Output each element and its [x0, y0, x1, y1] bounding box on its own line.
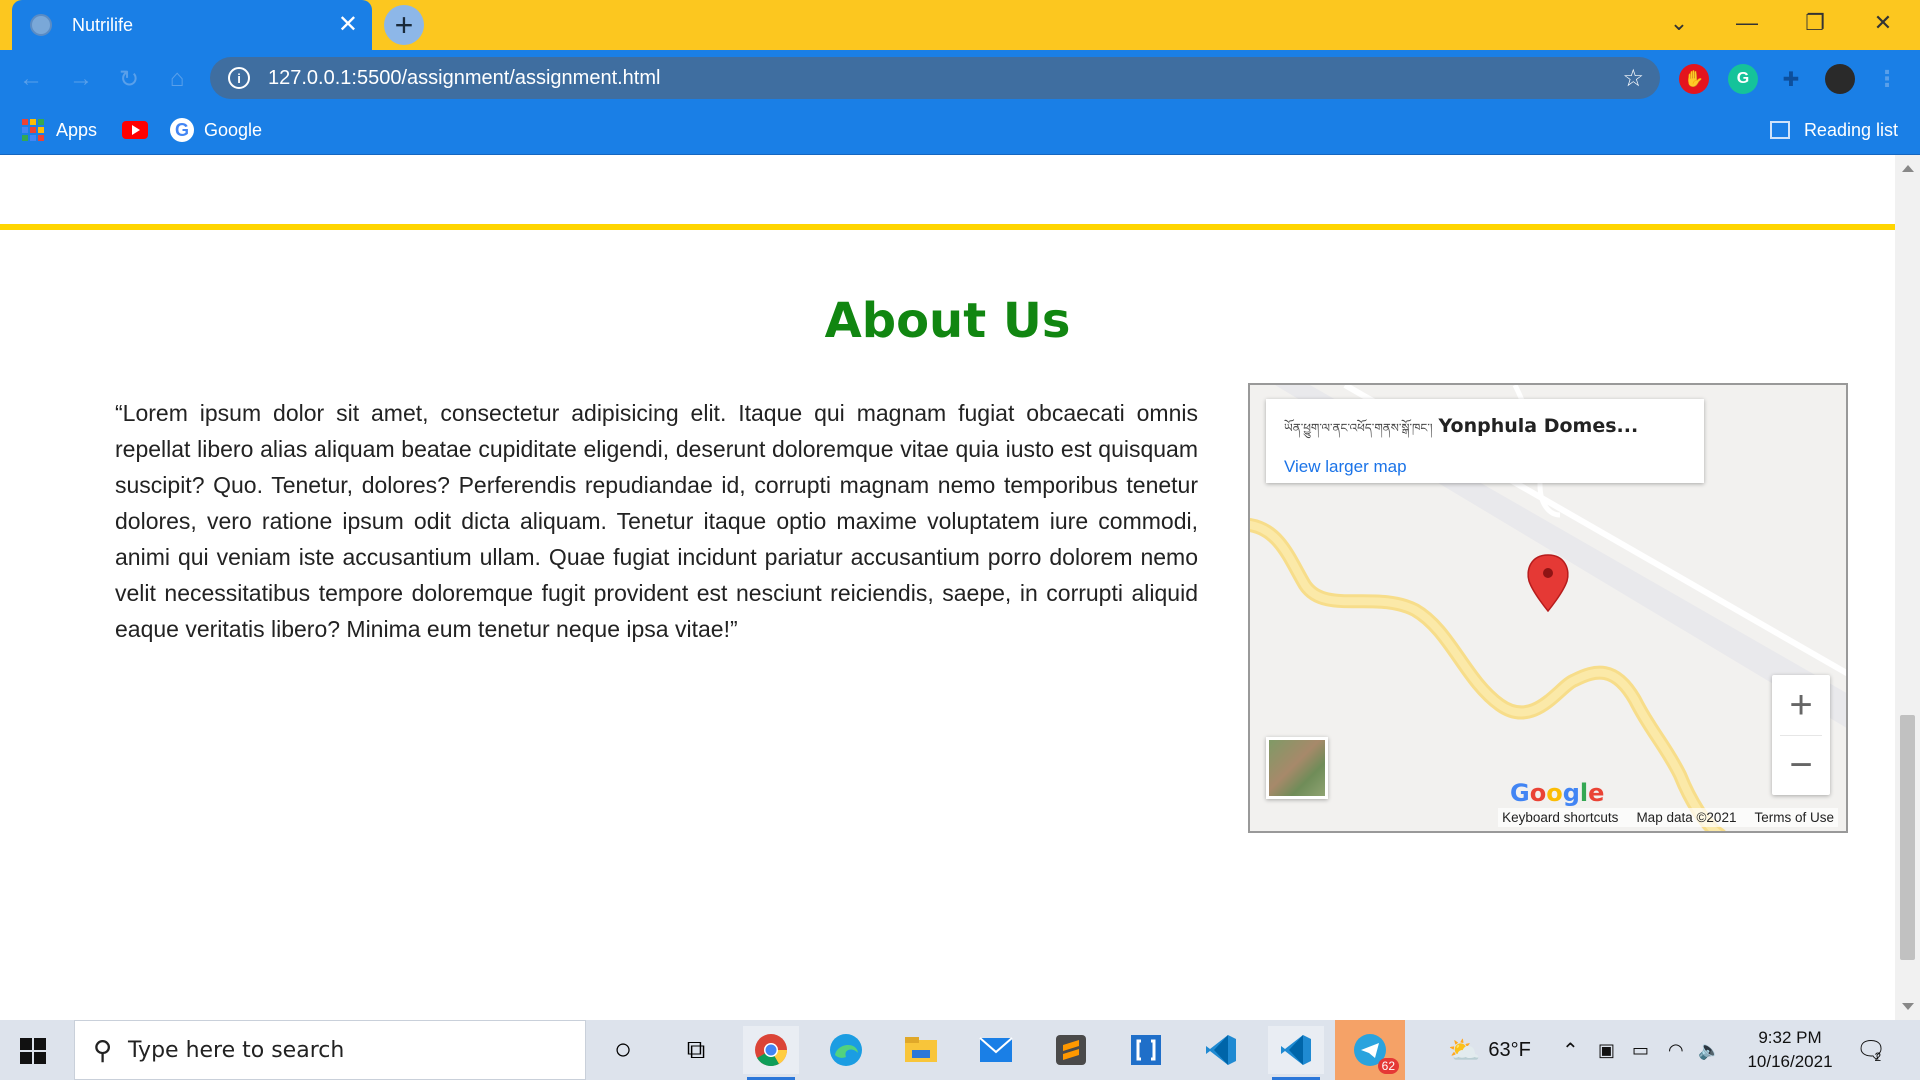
map-place-local-name: ཡོན་ཕྱུག་ལ་ནང་འཕོད་གནས་སྒོ་ཁང་།	[1284, 421, 1433, 435]
url-text[interactable]: 127.0.0.1:5500/assignment/assignment.htm…	[268, 67, 1622, 90]
site-info-icon[interactable]: i	[228, 67, 250, 89]
notifications-badge: 2	[1874, 1050, 1882, 1064]
tab-title: Nutrilife	[72, 14, 134, 35]
reading-list-label: Reading list	[1803, 119, 1898, 140]
volume-icon[interactable]: 🔈	[1698, 1020, 1720, 1080]
address-bar[interactable]: i 127.0.0.1:5500/assignment/assignment.h…	[210, 57, 1660, 99]
battery-icon[interactable]: ▭	[1632, 1020, 1649, 1080]
terms-of-use-link[interactable]: Terms of Use	[1754, 810, 1834, 825]
file-explorer-icon[interactable]	[893, 1026, 949, 1074]
search-icon: ⚲	[93, 1034, 113, 1065]
weather-widget[interactable]: ⛅ 63°F	[1448, 1020, 1531, 1080]
browser-toolbar: ← → ↻ ⌂ i 127.0.0.1:5500/assignment/assi…	[0, 50, 1920, 106]
meet-now-icon[interactable]: ▣	[1598, 1020, 1615, 1080]
about-heading: About Us	[824, 293, 1071, 349]
minimize-button[interactable]: —	[1713, 0, 1781, 46]
map-place-title: ཡོན་ཕྱུག་ལ་ནང་འཕོད་གནས་སྒོ་ཁང་། Yonphula …	[1284, 415, 1686, 449]
taskbar-search-box[interactable]: ⚲ Type here to search	[74, 1020, 586, 1080]
bookmarks-bar: Apps G Google Reading list	[0, 106, 1920, 155]
apps-grid-icon	[22, 119, 44, 141]
wifi-icon[interactable]: ◠	[1668, 1020, 1684, 1080]
task-view-icon[interactable]: ⧉	[668, 1026, 724, 1074]
adblock-extension-icon[interactable]: ✋	[1679, 64, 1709, 94]
tab-search-button[interactable]: ⌄	[1645, 0, 1713, 46]
bookmark-apps[interactable]: Apps	[22, 116, 97, 144]
close-window-button[interactable]: ✕	[1849, 0, 1917, 46]
zoom-divider	[1780, 735, 1822, 736]
youtube-icon	[122, 121, 148, 139]
bookmark-apps-label: Apps	[56, 119, 98, 140]
home-icon[interactable]: ⌂	[160, 62, 194, 96]
taskbar-search-placeholder: Type here to search	[128, 1037, 345, 1063]
about-paragraph: “Lorem ipsum dolor sit amet, consectetur…	[115, 400, 1198, 642]
menu-dots-icon[interactable]: ⋮	[1872, 64, 1902, 94]
section-divider	[0, 224, 1895, 230]
scroll-up-arrow-icon[interactable]	[1902, 165, 1914, 172]
tab-nutrilife[interactable]: Nutrilife ✕	[12, 0, 372, 50]
new-tab-button[interactable]: +	[384, 5, 424, 45]
map-footer: Keyboard shortcuts Map data ©2021 Terms …	[1498, 808, 1838, 827]
forward-icon[interactable]: →	[64, 62, 98, 96]
embedded-map[interactable]: ཡོན་ཕྱུག་ལ་ནང་འཕོད་གནས་སྒོ་ཁང་། Yonphula …	[1248, 383, 1848, 833]
globe-icon	[30, 14, 52, 36]
bookmark-google-label: Google	[204, 119, 263, 140]
scrollbar-thumb[interactable]	[1900, 715, 1915, 960]
clock-time: 9:32 PM	[1758, 1028, 1822, 1047]
windows-taskbar: ⚲ Type here to search ○ ⧉ 62 ⛅ 63°F ⌃ ▣ …	[0, 1020, 1920, 1080]
reading-list-icon	[1769, 121, 1790, 139]
zoom-in-button[interactable]: +	[1772, 675, 1830, 735]
chrome-taskbar-icon[interactable]	[743, 1026, 799, 1080]
scroll-down-arrow-icon[interactable]	[1902, 1003, 1914, 1010]
notifications-icon[interactable]: 🗨 2	[1856, 1020, 1886, 1080]
vertical-scrollbar[interactable]	[1895, 155, 1920, 1020]
weather-icon: ⛅	[1448, 1034, 1481, 1065]
cortana-icon[interactable]: ○	[595, 1026, 651, 1074]
keyboard-shortcuts-link[interactable]: Keyboard shortcuts	[1502, 810, 1618, 825]
bookmark-star-icon[interactable]: ☆	[1622, 64, 1644, 93]
telegram-taskbar-icon[interactable]: 62	[1335, 1020, 1405, 1080]
map-place-name: Yonphula Domes...	[1438, 415, 1639, 437]
windows-start-icon[interactable]	[20, 1038, 46, 1064]
grammarly-extension-icon[interactable]: G	[1728, 64, 1758, 94]
google-icon: G	[170, 118, 194, 142]
map-zoom-control: + −	[1772, 675, 1830, 795]
bookmark-youtube[interactable]	[122, 116, 148, 144]
tab-close-button[interactable]: ✕	[338, 13, 358, 37]
show-hidden-icons-chevron-icon[interactable]: ⌃	[1562, 1020, 1579, 1080]
system-clock[interactable]: 9:32 PM 10/16/2021	[1720, 1026, 1860, 1074]
vscode-active-icon[interactable]	[1268, 1026, 1324, 1080]
restore-button[interactable]: ❐	[1781, 0, 1849, 46]
extensions-puzzle-icon[interactable]: ✚	[1776, 64, 1806, 94]
browser-chrome: Nutrilife ✕ + ⌄ — ❐ ✕ ← → ↻ ⌂ i 127.0.0.…	[0, 0, 1920, 155]
google-logo: Google	[1510, 779, 1605, 807]
satellite-layer-toggle[interactable]	[1266, 737, 1328, 799]
sublime-text-icon[interactable]	[1043, 1026, 1099, 1074]
tab-strip: Nutrilife ✕ + ⌄ — ❐ ✕	[0, 0, 1920, 50]
profile-avatar[interactable]	[1825, 64, 1855, 94]
reload-icon[interactable]: ↻	[112, 62, 146, 96]
clock-date: 10/16/2021	[1747, 1052, 1833, 1071]
map-place-card: ཡོན་ཕྱུག་ལ་ནང་འཕོད་གནས་སྒོ་ཁང་། Yonphula …	[1266, 399, 1704, 483]
zoom-out-button[interactable]: −	[1772, 735, 1830, 795]
vscode-icon[interactable]	[1193, 1026, 1249, 1074]
mail-icon[interactable]	[968, 1026, 1024, 1074]
view-larger-map-link[interactable]: View larger map	[1284, 457, 1686, 477]
map-data-text: Map data ©2021	[1636, 810, 1737, 825]
page-viewport: About Us “Lorem ipsum dolor sit amet, co…	[0, 155, 1920, 1020]
back-icon[interactable]: ←	[14, 62, 48, 96]
edge-taskbar-icon[interactable]	[818, 1026, 874, 1074]
weather-temp: 63°F	[1488, 1038, 1531, 1061]
reading-list-button[interactable]: Reading list	[1769, 116, 1898, 144]
brackets-icon[interactable]	[1118, 1026, 1174, 1074]
telegram-badge: 62	[1377, 1058, 1399, 1074]
bookmark-google[interactable]: G Google	[170, 116, 262, 144]
